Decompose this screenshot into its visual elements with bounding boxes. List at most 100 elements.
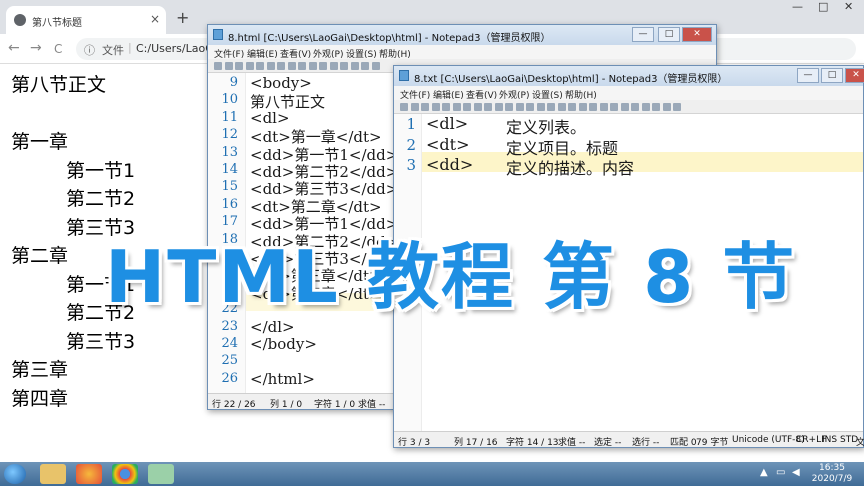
line-number: 15 — [221, 179, 238, 195]
toolbar-button-icon[interactable] — [224, 62, 233, 70]
title-bar[interactable]: 8.txt [C:\Users\LaoGai\Desktop\html] - N… — [394, 66, 864, 86]
tray-arrow-icon[interactable]: ▲ — [760, 467, 768, 478]
clock-date: 2020/7/9 — [811, 474, 853, 484]
line-number: 25 — [221, 353, 238, 369]
toolbar-button-icon[interactable] — [452, 103, 461, 111]
current-line-highlight — [422, 152, 863, 172]
minimize-button[interactable]: — — [797, 68, 819, 83]
line-number: 26 — [221, 370, 238, 386]
line-number: 11 — [221, 109, 238, 125]
clock[interactable]: 16:35 2020/7/9 — [808, 463, 856, 485]
notepad-taskbar-icon[interactable] — [148, 464, 174, 484]
close-button[interactable]: ✕ — [682, 27, 712, 42]
status-ins[interactable]: INS — [822, 435, 837, 445]
definition-term: 第四章 — [11, 387, 69, 410]
status-value: 求值 -- — [558, 438, 586, 448]
code-tag: <dd> — [426, 155, 474, 174]
back-button[interactable]: ← — [8, 40, 20, 56]
toolbar-button-icon[interactable] — [214, 62, 222, 70]
browser-maximize-button[interactable]: □ — [818, 0, 828, 13]
browser-tab[interactable]: 第八节标题 × — [6, 6, 166, 34]
new-tab-button[interactable]: + — [176, 8, 189, 27]
toolbar-button-icon[interactable] — [361, 62, 369, 70]
definition-description: 第二节2 — [66, 188, 136, 210]
toolbar-button-icon[interactable] — [298, 62, 306, 70]
file-explorer-icon[interactable] — [40, 464, 66, 484]
toolbar-button-icon[interactable] — [329, 62, 338, 70]
toolbar-button-icon[interactable] — [505, 103, 513, 111]
toolbar-button-icon[interactable] — [371, 62, 380, 70]
maximize-button[interactable]: □ — [658, 27, 680, 42]
notepad-app-icon — [213, 29, 223, 40]
start-button[interactable] — [4, 464, 26, 484]
toolbar-button-icon[interactable] — [350, 62, 359, 70]
title-bar[interactable]: 8.html [C:\Users\LaoGai\Desktop\html] - … — [208, 25, 716, 45]
toolbar-button-icon[interactable] — [421, 103, 429, 111]
status-selection: 选定 -- — [594, 438, 622, 448]
status-line: 行 3 / 3 — [398, 438, 431, 448]
toolbar-button-icon[interactable] — [494, 103, 503, 111]
definition-description: 第三节3 — [66, 330, 136, 353]
toolbar-button-icon[interactable] — [620, 103, 629, 111]
code-description: 定义的描述。内容 — [506, 159, 635, 178]
toolbar-button-icon[interactable] — [287, 62, 296, 70]
toolbar-button-icon[interactable] — [319, 62, 327, 70]
network-icon[interactable]: ▭ — [776, 467, 785, 478]
toolbar-button-icon[interactable] — [266, 62, 275, 70]
browser-minimize-button[interactable]: — — [792, 0, 803, 13]
info-icon[interactable]: ⓘ — [84, 42, 95, 58]
code-line: </html> — [250, 369, 315, 388]
reload-button[interactable]: C — [54, 42, 62, 56]
close-button[interactable]: ✕ — [845, 68, 864, 83]
menu-bar: 文件(F) 编辑(E) 查看(V) 外观(P) 设置(S) 帮助(H) — [208, 45, 716, 60]
minimize-button[interactable]: — — [632, 27, 654, 42]
toolbar-button-icon[interactable] — [277, 62, 285, 70]
firefox-icon[interactable] — [76, 464, 102, 484]
code-line: </body> — [250, 335, 317, 353]
toolbar-button-icon[interactable] — [578, 103, 587, 111]
window-title: 8.html [C:\Users\LaoGai\Desktop\html] - … — [228, 33, 551, 44]
status-chars: 字符 14 / 13 — [506, 438, 559, 448]
status-encoding[interactable]: Unicode (UTF-8) — [732, 435, 805, 445]
toolbar-button-icon[interactable] — [410, 103, 419, 111]
toolbar-button-icon[interactable] — [652, 103, 660, 111]
code-line: </dl> — [250, 317, 295, 336]
toolbar-button-icon[interactable] — [536, 103, 545, 111]
toolbar-button-icon[interactable] — [308, 62, 317, 70]
toolbar-button-icon[interactable] — [557, 103, 566, 111]
toolbar-button-icon[interactable] — [515, 103, 524, 111]
code-tag: <dl> — [426, 114, 469, 133]
toolbar-button-icon[interactable] — [484, 103, 492, 111]
toolbar-button-icon[interactable] — [610, 103, 618, 111]
tab-close-button[interactable]: × — [150, 12, 160, 26]
forward-button[interactable]: → — [30, 40, 42, 56]
toolbar-button-icon[interactable] — [547, 103, 555, 111]
toolbar-button-icon[interactable] — [442, 103, 450, 111]
chrome-icon[interactable] — [112, 464, 138, 484]
toolbar-button-icon[interactable] — [245, 62, 254, 70]
browser-close-button[interactable]: ✕ — [844, 0, 853, 13]
line-number: 2 — [406, 135, 416, 154]
status-size: 79 字节 — [696, 438, 729, 448]
maximize-button[interactable]: □ — [821, 68, 843, 83]
volume-icon[interactable]: ◀ — [792, 467, 800, 478]
toolbar-button-icon[interactable] — [473, 103, 482, 111]
toolbar-button-icon[interactable] — [631, 103, 639, 111]
toolbar-button-icon[interactable] — [400, 103, 408, 111]
status-lang: 文 — [856, 438, 864, 448]
toolbar-button-icon[interactable] — [256, 62, 264, 70]
toolbar-button-icon[interactable] — [431, 103, 440, 111]
status-bar: 行 3 / 3 列 17 / 16 字符 14 / 13 求值 -- 选定 --… — [394, 431, 864, 448]
toolbar-button-icon[interactable] — [340, 62, 348, 70]
toolbar-button-icon[interactable] — [662, 103, 671, 111]
video-title-overlay: HTML 教程 第 8 节 — [105, 235, 797, 319]
toolbar-button-icon[interactable] — [235, 62, 243, 70]
toolbar-button-icon[interactable] — [463, 103, 471, 111]
toolbar-button-icon[interactable] — [589, 103, 597, 111]
toolbar-button-icon[interactable] — [641, 103, 650, 111]
toolbar-button-icon[interactable] — [568, 103, 576, 111]
toolbar-button-icon[interactable] — [599, 103, 608, 111]
code-line: <dl> — [250, 108, 290, 127]
toolbar-button-icon[interactable] — [673, 103, 681, 111]
toolbar-button-icon[interactable] — [526, 103, 534, 111]
